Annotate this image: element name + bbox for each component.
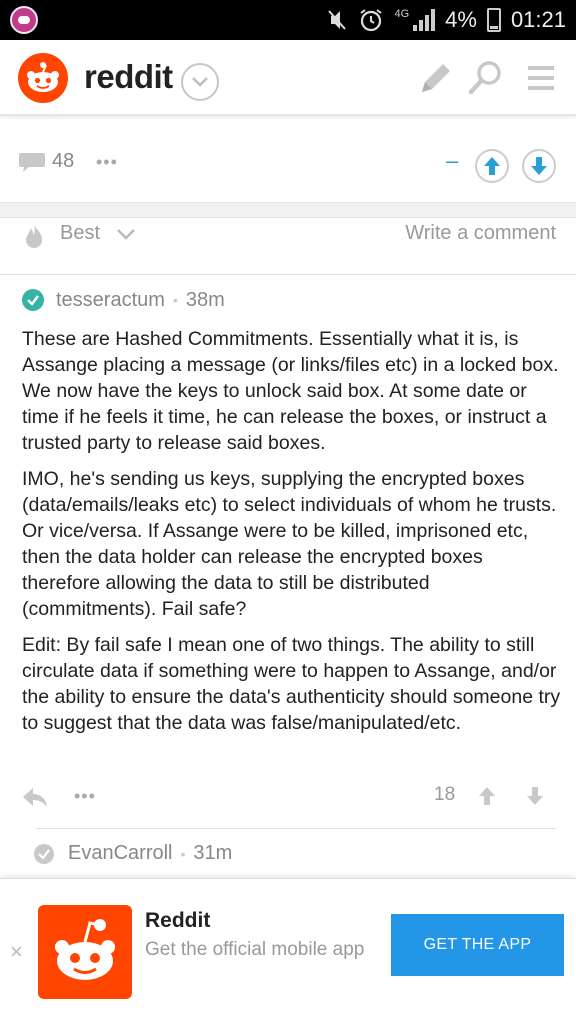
status-bar: 4G 4% 01:21: [0, 0, 576, 40]
pencil-icon[interactable]: [416, 58, 456, 98]
divider: [36, 828, 556, 829]
comment-bubble-icon[interactable]: [18, 150, 46, 174]
upvote-button[interactable]: [475, 149, 509, 183]
reddit-logo-icon[interactable]: [18, 53, 68, 103]
check-icon: [22, 289, 44, 311]
flame-icon: [26, 224, 42, 248]
menu-icon[interactable]: [521, 58, 561, 98]
reddit-app-icon: [38, 905, 132, 999]
banner-subtitle: Get the official mobile app: [145, 939, 365, 960]
banner-title: Reddit: [145, 909, 211, 932]
meta-separator: •: [180, 845, 186, 862]
more-options-button[interactable]: •••: [96, 152, 118, 173]
chevron-down-icon[interactable]: [116, 228, 136, 242]
comments-page: 48 ••• – Best Write a comment tesseractu…: [0, 118, 576, 878]
comment-paragraph: Edit: By fail safe I mean one of two thi…: [22, 634, 561, 734]
mute-icon: [328, 10, 347, 30]
battery-icon: [486, 8, 501, 32]
downvote-button[interactable]: [522, 149, 556, 183]
comment-paragraph: These are Hashed Commitments. Essentiall…: [22, 328, 559, 454]
comment-age: 38m: [185, 288, 225, 311]
chevron-down-icon[interactable]: [181, 63, 219, 101]
child-comment-age: 31m: [193, 842, 233, 864]
comment-more-button[interactable]: •••: [74, 786, 96, 807]
search-icon[interactable]: [466, 58, 506, 98]
section-separator: [0, 202, 576, 218]
notification-app-icon: [10, 6, 38, 34]
meta-separator: •: [172, 292, 178, 308]
reply-icon[interactable]: [22, 786, 48, 808]
app-install-banner: × Reddit Get the official mobile app GET…: [0, 878, 576, 1024]
clock-time: 01:21: [510, 7, 566, 32]
signal-icon: [413, 9, 436, 31]
comment-count: 48: [52, 150, 75, 172]
post-action-row: 48 ••• –: [0, 118, 576, 202]
vote-score-minus: –: [446, 148, 459, 173]
status-indicators: 4G 4% 01:21: [326, 0, 566, 40]
arrow-up-icon: [484, 157, 500, 175]
close-icon[interactable]: ×: [10, 939, 23, 965]
child-comment-author[interactable]: EvanCarroll: [68, 842, 172, 865]
alarm-icon: [360, 9, 383, 32]
comment-paragraph: IMO, he's sending us keys, supplying the…: [22, 468, 557, 620]
arrow-down-icon: [531, 157, 547, 175]
check-icon: [34, 843, 54, 864]
comment-author[interactable]: tesseractum: [56, 289, 165, 312]
comment-score: 18: [434, 784, 456, 805]
get-the-app-button[interactable]: GET THE APP: [391, 914, 564, 976]
sort-dropdown[interactable]: Best: [60, 222, 100, 245]
child-comment-meta: EvanCarroll • 31m: [34, 842, 232, 865]
app-header: reddit: [0, 40, 576, 116]
write-comment-button[interactable]: Write a comment: [405, 222, 556, 245]
network-type: 4G: [394, 8, 410, 20]
app-title: reddit: [84, 58, 173, 95]
comment-meta: tesseractum • 38m: [22, 288, 225, 312]
arrow-down-icon[interactable]: [526, 786, 544, 806]
divider: [0, 274, 576, 275]
arrow-up-icon[interactable]: [478, 786, 496, 806]
battery-percent: 4%: [445, 7, 477, 32]
